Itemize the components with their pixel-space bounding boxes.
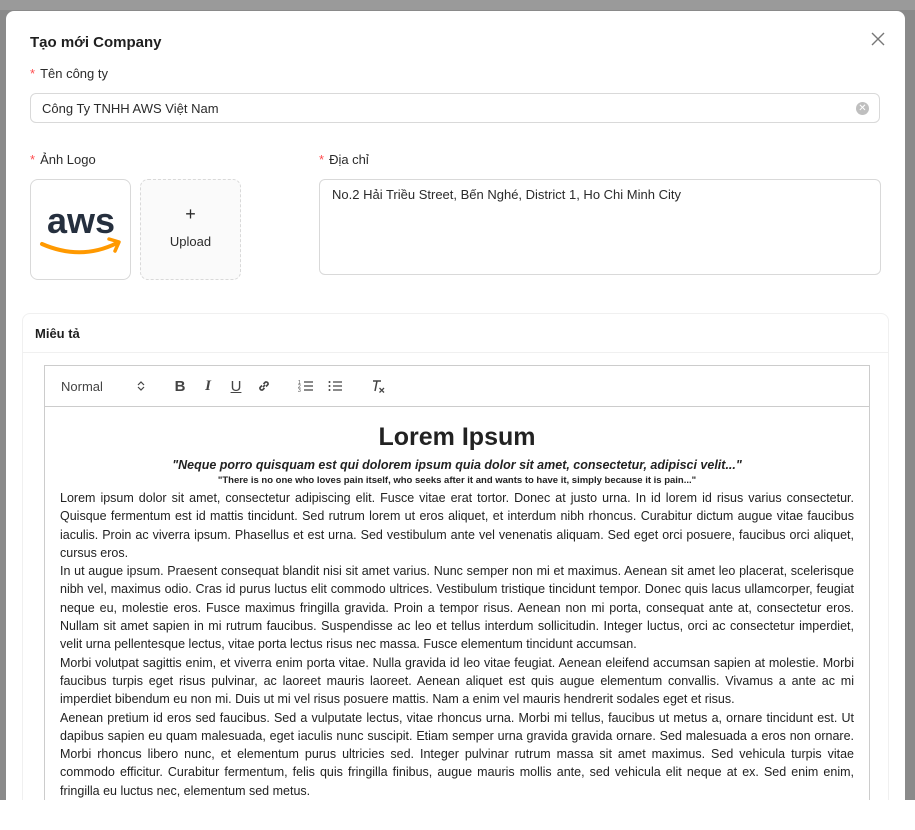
description-card: Miêu tả Normal B I U 123 Lorem Ipsum "Ne… bbox=[22, 313, 889, 800]
modal-title: Tạo mới Company bbox=[30, 34, 162, 51]
company-name-value: Công Ty TNHH AWS Việt Nam bbox=[42, 100, 219, 116]
bullet-list-icon[interactable] bbox=[325, 376, 345, 396]
description-label: Miêu tả bbox=[23, 314, 888, 353]
upload-label: Upload bbox=[169, 234, 212, 249]
required-mark: * bbox=[30, 66, 36, 81]
page-bottom bbox=[0, 800, 915, 830]
logo-label-text: Ảnh Logo bbox=[40, 152, 96, 167]
rich-text-editor[interactable]: Lorem Ipsum "Neque porro quisquam est qu… bbox=[44, 406, 870, 800]
content-quote: "Neque porro quisquam est qui dolorem ip… bbox=[172, 458, 742, 472]
address-label-text: Địa chỉ bbox=[329, 152, 369, 167]
italic-button[interactable]: I bbox=[198, 376, 218, 396]
clear-format-icon[interactable] bbox=[368, 376, 388, 396]
aws-logo-text: aws bbox=[46, 201, 114, 241]
aws-logo: aws bbox=[39, 201, 121, 254]
address-label: * Địa chỉ bbox=[319, 152, 369, 167]
address-textarea[interactable]: No.2 Hải Triều Street, Bến Nghé, Distric… bbox=[319, 179, 881, 275]
ordered-list-icon[interactable]: 123 bbox=[296, 376, 316, 396]
select-arrows-icon bbox=[137, 381, 145, 391]
format-select-value: Normal bbox=[61, 378, 103, 394]
company-name-label-text: Tên công ty bbox=[40, 66, 108, 81]
modal-backdrop bbox=[0, 0, 915, 10]
required-mark: * bbox=[30, 152, 36, 167]
content-paragraph: Morbi volutpat sagittis enim, et viverra… bbox=[60, 655, 854, 707]
upload-button[interactable]: + Upload bbox=[140, 179, 241, 280]
address-value: No.2 Hải Triều Street, Bến Nghé, Distric… bbox=[332, 187, 681, 202]
svg-text:3: 3 bbox=[298, 388, 301, 394]
content-paragraph: Aenean pretium id eros sed faucibus. Sed… bbox=[60, 710, 854, 798]
company-name-label: * Tên công ty bbox=[30, 66, 108, 81]
bold-button[interactable]: B bbox=[170, 376, 190, 396]
underline-button[interactable]: U bbox=[226, 376, 246, 396]
content-paragraph: Lorem ipsum dolor sit amet, consectetur … bbox=[60, 491, 854, 560]
format-select[interactable]: Normal bbox=[61, 376, 151, 396]
logo-label: * Ảnh Logo bbox=[30, 152, 96, 167]
required-mark: * bbox=[319, 152, 325, 167]
logo-preview[interactable]: aws bbox=[30, 179, 131, 280]
link-icon[interactable] bbox=[254, 376, 274, 396]
company-name-input[interactable]: Công Ty TNHH AWS Việt Nam ✕ bbox=[30, 93, 880, 123]
content-paragraph: In ut augue ipsum. Praesent consequat bl… bbox=[60, 564, 854, 652]
create-company-modal: Tạo mới Company * Tên công ty Công Ty TNH… bbox=[6, 11, 905, 800]
content-heading: Lorem Ipsum bbox=[378, 423, 536, 451]
close-icon[interactable] bbox=[868, 29, 888, 49]
clear-input-icon[interactable]: ✕ bbox=[856, 102, 869, 115]
editor-toolbar: Normal B I U 123 bbox=[44, 365, 870, 407]
plus-icon: + bbox=[185, 204, 196, 224]
content-quote-translation: "There is no one who loves pain itself, … bbox=[217, 475, 697, 486]
